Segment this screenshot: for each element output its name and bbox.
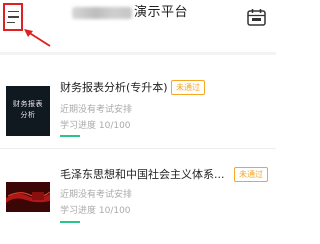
- status-badge: 未通过: [171, 80, 205, 95]
- header-divider: [0, 52, 276, 55]
- course-card[interactable]: 毛泽东思想和中国社会主义体系... 未通过 近期没有考试安排 学习进度 10/1…: [0, 154, 276, 244]
- course-card[interactable]: 财务报表 分析 财务报表分析(专升本) 未通过 近期没有考试安排 学习进度 10…: [0, 60, 276, 150]
- page-title: 演示平台: [134, 5, 189, 20]
- course-thumbnail: [6, 182, 50, 212]
- progress-text: 学习进度 10/100: [60, 121, 131, 131]
- course-thumbnail: 财务报表 分析: [6, 86, 50, 136]
- progress-bar: [60, 221, 80, 223]
- thumbnail-text: 财务报表: [13, 100, 43, 108]
- thumbnail-text: 分析: [20, 111, 36, 119]
- course-title[interactable]: 财务报表分析(专升本): [60, 79, 168, 95]
- progress-text: 学习进度 10/100: [60, 206, 131, 216]
- progress-bar: [60, 135, 80, 137]
- exam-note: 近期没有考试安排: [60, 190, 133, 200]
- menu-icon[interactable]: [3, 3, 23, 31]
- blurred-org-name: [72, 7, 132, 19]
- status-badge: 未通过: [234, 167, 268, 182]
- course-title[interactable]: 毛泽东思想和中国社会主义体系...: [60, 166, 228, 182]
- annotation-arrow-icon: [24, 29, 51, 47]
- top-bar: 演示平台: [0, 0, 276, 47]
- card-divider: [0, 148, 276, 149]
- exam-note: 近期没有考试安排: [60, 105, 133, 115]
- thumbnail-image: [6, 182, 50, 212]
- calendar-icon[interactable]: [247, 8, 266, 26]
